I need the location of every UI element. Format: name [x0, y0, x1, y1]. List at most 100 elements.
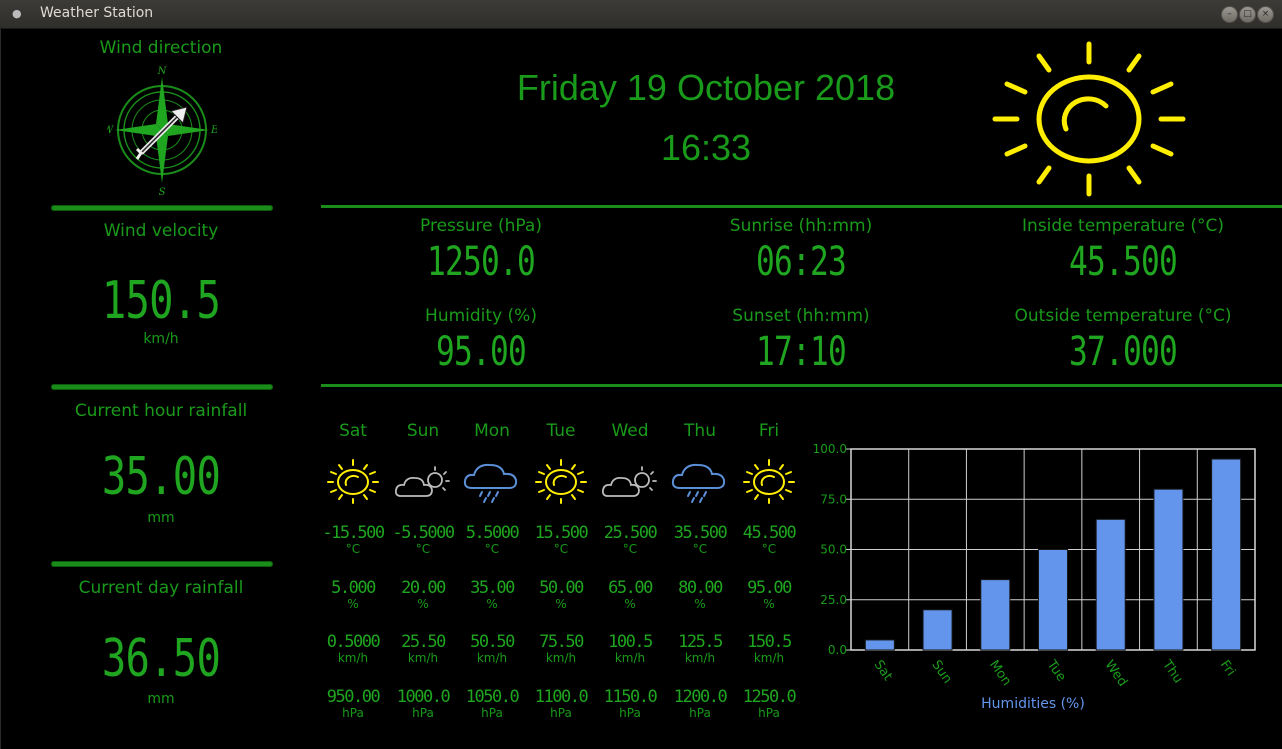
wind-direction-label: Wind direction — [99, 38, 223, 58]
forecast-wind-unit: km/h — [684, 651, 716, 665]
chart-x-axis-title: Humidities (%) — [981, 696, 1085, 712]
forecast-temperature-unit: °C — [622, 542, 638, 556]
divider-line — [321, 205, 1282, 208]
forecast-pressure: 1000.0 — [396, 687, 451, 707]
compass-south: S — [159, 187, 166, 197]
forecast-temperature: 35.500 — [673, 523, 728, 543]
sunset-label: Sunset (hh:mm) — [732, 306, 870, 326]
forecast-humidity-unit: % — [347, 597, 359, 611]
forecast-humidity-unit: % — [694, 597, 706, 611]
humidity-chart: 0.0 25.0 50.0 75.0 100.0 Sat Sun Mon Tue Wed Thu Fr… — [813, 442, 1256, 712]
day-rainfall-value: 36.50 — [101, 629, 221, 689]
day-rainfall-unit: mm — [147, 691, 175, 707]
forecast-day-label: Fri — [758, 421, 780, 441]
inside-temperature-label: Inside temperature (°C) — [1022, 216, 1224, 236]
chart-bar — [980, 579, 1011, 651]
chart-y-tick-label: 100.0 — [813, 442, 847, 456]
forecast-humidity: 35.00 — [470, 578, 515, 598]
forecast-day-label: Wed — [611, 421, 649, 441]
forecast-temperature: 15.500 — [534, 523, 589, 543]
sun-icon — [321, 458, 385, 504]
divider-line — [321, 384, 1282, 387]
window-titlebar: ● Weather Station – □ × — [0, 0, 1282, 29]
forecast-temperature: -5.5000 — [392, 523, 455, 543]
compass-west: W — [107, 125, 114, 136]
pressure-label: Pressure (hPa) — [420, 216, 542, 236]
day-rainfall-label: Current day rainfall — [78, 578, 244, 598]
current-time: 16:33 — [660, 127, 752, 168]
chart-bar — [1038, 549, 1068, 651]
hour-rainfall-label: Current hour rainfall — [74, 401, 248, 421]
forecast-day-label: Sat — [339, 421, 367, 441]
hour-rainfall-unit: mm — [147, 510, 175, 526]
chart-y-tick-label: 50.0 — [820, 543, 847, 557]
window-title: Weather Station — [40, 5, 154, 21]
forecast-humidity-unit: % — [763, 597, 775, 611]
chart-bar — [1211, 458, 1242, 651]
forecast-pressure-unit: hPa — [689, 706, 711, 720]
chart-x-tick-label: Thu — [1159, 657, 1186, 686]
forecast-pressure-unit: hPa — [412, 706, 434, 720]
forecast-wind-unit: km/h — [753, 651, 785, 665]
forecast-pressure-unit: hPa — [481, 706, 503, 720]
forecast-wind: 125.5 — [678, 632, 723, 652]
outside-temperature-label: Outside temperature (°C) — [1014, 306, 1232, 326]
outside-temperature-value: 37.000 — [1068, 329, 1178, 375]
chart-x-tick-label: Tue — [1043, 657, 1069, 685]
forecast-humidity: 95.00 — [747, 578, 792, 598]
forecast-humidity-unit: % — [555, 597, 567, 611]
forecast-humidity: 80.00 — [678, 578, 723, 598]
forecast-wind: 25.50 — [401, 632, 446, 652]
forecast-temperature: 45.500 — [742, 523, 797, 543]
forecast-humidity-unit: % — [624, 597, 636, 611]
forecast-wind-unit: km/h — [476, 651, 508, 665]
wind-velocity-value: 150.5 — [101, 271, 221, 331]
forecast-wind-unit: km/h — [545, 651, 577, 665]
sun-icon — [992, 41, 1186, 197]
sun-icon — [529, 458, 593, 504]
cloudy-icon — [598, 458, 662, 504]
divider-bar — [51, 384, 273, 390]
chart-bar — [1153, 488, 1184, 651]
forecast-temperature: 5.5000 — [465, 523, 520, 543]
forecast-day-label: Sun — [406, 421, 440, 441]
maximize-button[interactable]: □ — [1239, 6, 1256, 23]
chart-x-tick-label: Wed — [1101, 658, 1130, 690]
forecast-humidity: 5.000 — [331, 578, 376, 598]
pressure-value: 1250.0 — [426, 239, 536, 285]
forecast-humidity: 20.00 — [401, 578, 446, 598]
forecast-temperature-unit: °C — [692, 542, 708, 556]
chart-x-tick-label: Mon — [986, 658, 1014, 689]
forecast-wind: 50.50 — [470, 632, 515, 652]
forecast-wind-unit: km/h — [337, 651, 369, 665]
divider-bar — [51, 205, 273, 211]
minimize-button[interactable]: – — [1221, 6, 1238, 23]
forecast-pressure: 1050.0 — [465, 687, 520, 707]
sunrise-value: 06:23 — [755, 239, 847, 285]
forecast-temperature-unit: °C — [345, 542, 361, 556]
chart-x-tick-label: Sat — [871, 658, 896, 684]
hour-rainfall-value: 35.00 — [101, 447, 221, 507]
forecast-pressure: 950.00 — [326, 687, 381, 707]
app-icon: ● — [12, 7, 22, 20]
chart-y-tick-label: 25.0 — [820, 593, 847, 607]
humidity-value: 95.00 — [435, 329, 527, 375]
close-button[interactable]: × — [1257, 6, 1274, 23]
sunset-value: 17:10 — [755, 329, 847, 375]
forecast-wind: 0.5000 — [326, 632, 381, 652]
forecast-wind: 100.5 — [608, 632, 653, 652]
forecast-humidity-unit: % — [417, 597, 429, 611]
sun-icon — [737, 458, 801, 504]
chart-y-tick-label: 0.0 — [828, 643, 847, 657]
forecast-pressure-unit: hPa — [619, 706, 641, 720]
forecast-pressure-unit: hPa — [758, 706, 780, 720]
forecast-temperature-unit: °C — [415, 542, 431, 556]
humidity-label: Humidity (%) — [425, 306, 537, 326]
forecast-humidity-unit: % — [486, 597, 498, 611]
divider-bar — [51, 561, 273, 567]
sunrise-label: Sunrise (hh:mm) — [729, 216, 873, 236]
current-date: Friday 19 October 2018 — [516, 67, 896, 108]
chart-y-tick-label: 75.0 — [820, 492, 847, 506]
forecast-day-label: Thu — [684, 421, 716, 441]
forecast-wind: 150.5 — [747, 632, 792, 652]
